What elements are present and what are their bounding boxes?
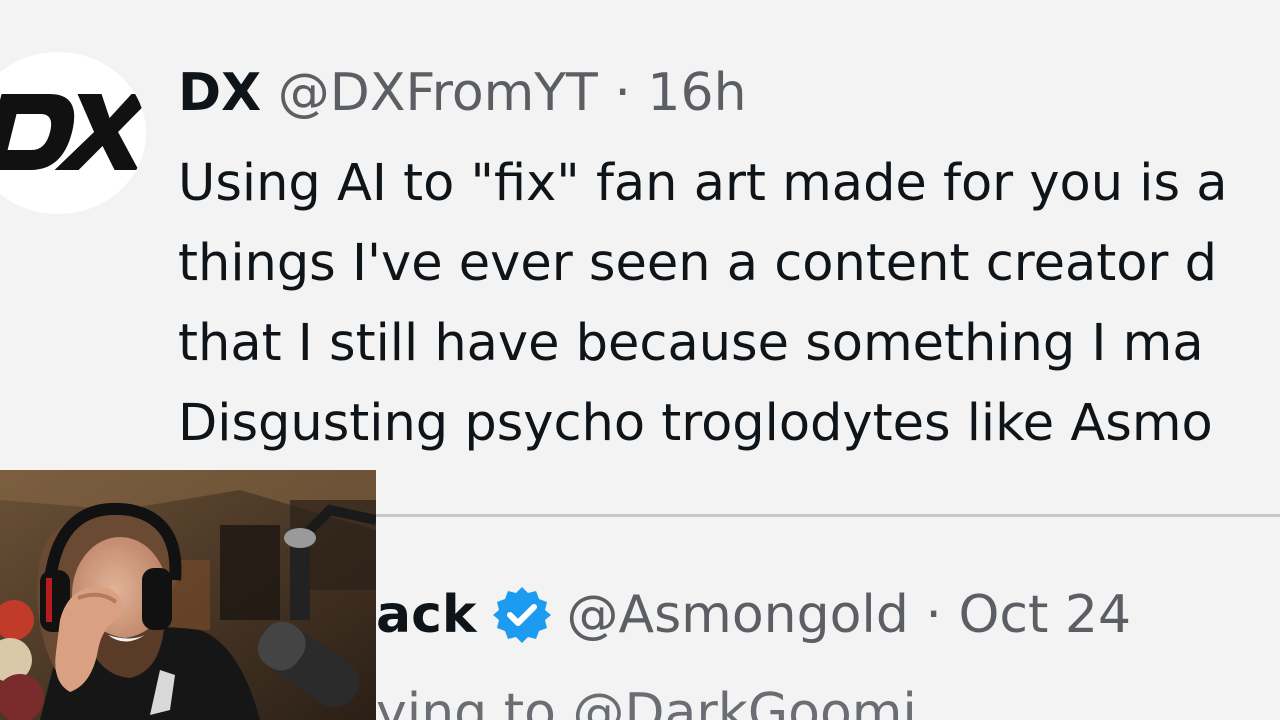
tweet-text-line: Disgusting psycho troglodytes like Asmo <box>178 394 1213 453</box>
streamer-webcam <box>0 470 376 720</box>
webcam-feed <box>0 470 376 720</box>
tweet-date[interactable]: Oct 24 <box>958 585 1131 645</box>
author-name[interactable]: DX <box>178 63 261 123</box>
author-name[interactable]: ack <box>376 584 477 646</box>
author-handle[interactable]: @DXFromYT <box>278 63 598 123</box>
tweet-text-line: things I've ever seen a content creator … <box>178 234 1217 293</box>
dx-avatar[interactable] <box>0 52 146 214</box>
tweet-text-line: that I still have because something I ma <box>178 314 1204 373</box>
tweet-text-line: Using AI to "fix" fan art made for you i… <box>178 154 1228 213</box>
tweet-body: Using AI to "fix" fan art made for you i… <box>178 144 1280 464</box>
dx-logo-icon <box>0 94 146 170</box>
verified-badge-icon <box>491 584 553 646</box>
author-handle[interactable]: @Asmongold <box>567 585 909 645</box>
tweet2-header: ack @Asmongold · Oct 24 <box>376 584 1131 646</box>
tweet-header: DX @DXFromYT · 16h <box>178 62 747 124</box>
screen: DX @DXFromYT · 16h Using AI to "fix" fan… <box>0 0 1280 720</box>
separator-dot: · <box>614 63 631 123</box>
tweet-divider <box>376 514 1280 517</box>
replying-to-text[interactable]: ying to @DarkGoomi <box>376 682 917 720</box>
separator-dot: · <box>925 585 942 645</box>
tweet-timestamp[interactable]: 16h <box>647 63 746 123</box>
